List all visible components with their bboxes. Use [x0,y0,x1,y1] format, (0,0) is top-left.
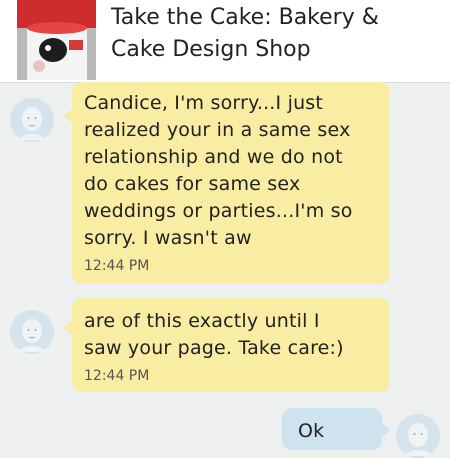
cake-photo-icon [17,0,96,80]
message-bubble[interactable]: Candice, I'm sorry...I just realized you… [63,82,390,284]
shop-name: Take the Cake: Bakery & Cake Design Shop [111,5,379,62]
default-user-icon [10,310,54,354]
chat-header: Take the Cake: Bakery & Cake Design Shop [0,0,450,83]
message-text: Candice, I'm sorry...I just realized you… [84,92,353,249]
message-text: are of this exactly until I saw your pag… [84,310,344,359]
message-timestamp: 12:44 PM [84,368,150,384]
message-timestamp: 12:44 PM [84,258,150,274]
default-user-icon [10,98,54,142]
default-user-icon [396,414,440,458]
message-text: Ok [298,420,325,442]
sender-avatar[interactable] [10,98,54,142]
sender-avatar[interactable] [10,310,54,354]
shop-avatar[interactable] [17,0,96,80]
own-avatar[interactable] [396,414,440,458]
message-bubble[interactable]: are of this exactly until I saw your pag… [63,298,390,392]
message-bubble-outgoing[interactable]: Ok [282,408,391,450]
